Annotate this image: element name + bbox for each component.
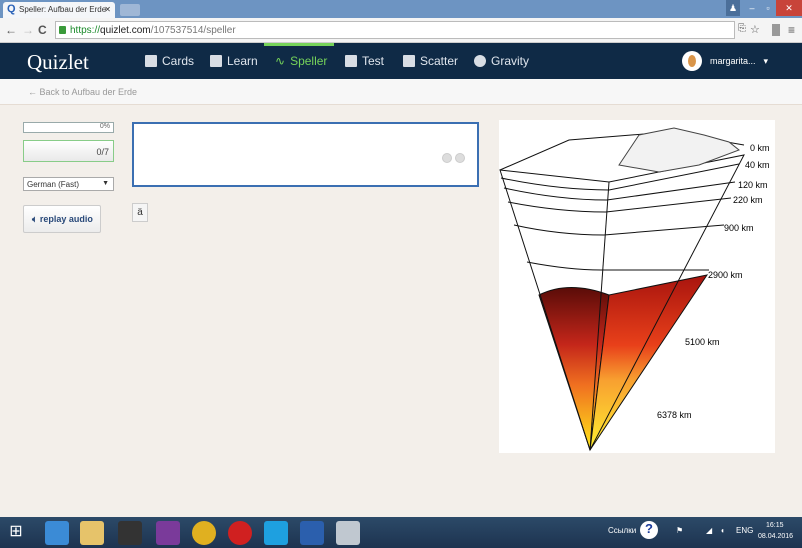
volume-icon[interactable]: ◖ xyxy=(720,526,725,535)
nav-learn[interactable]: Learn xyxy=(210,54,258,68)
url-path: /107537514/speller xyxy=(150,25,236,36)
ie-icon[interactable] xyxy=(45,521,69,545)
depth-label: 900 km xyxy=(724,223,754,233)
earth-cone-svg xyxy=(499,127,745,452)
url-scheme: https:// xyxy=(70,25,101,36)
clock-date[interactable]: 08.04.2016 xyxy=(758,533,793,540)
bookmark-star-icon[interactable]: ☆ xyxy=(750,23,760,36)
language-indicator[interactable]: ENG xyxy=(736,526,753,535)
nav-speller[interactable]: ∿ Speller xyxy=(275,54,327,68)
address-bar-row: ← → C https://quizlet.com/107537514/spel… xyxy=(0,18,802,43)
start-button[interactable]: ⊞ xyxy=(4,521,28,545)
close-tab-icon[interactable]: ✕ xyxy=(104,5,111,14)
maximize-button[interactable]: ▫ xyxy=(760,0,776,16)
reload-icon[interactable]: C xyxy=(38,23,47,37)
chevron-down-icon: ▼ xyxy=(102,180,109,187)
nav-test[interactable]: Test xyxy=(345,54,384,68)
pdf-icon[interactable] xyxy=(336,521,360,545)
user-icon[interactable]: ♟ xyxy=(726,0,740,16)
nav-label: Test xyxy=(362,54,385,68)
app-icon[interactable] xyxy=(156,521,180,545)
depth-label: 5100 km xyxy=(685,337,720,347)
voice-value: German (Fast) xyxy=(27,180,80,189)
nav-label: Cards xyxy=(162,54,195,68)
extension-icon[interactable] xyxy=(772,24,780,36)
accent-a-umlaut-button[interactable]: ä xyxy=(132,203,148,222)
quizlet-logo[interactable]: Quizlet xyxy=(27,50,89,75)
test-icon xyxy=(345,55,357,67)
forward-icon[interactable]: → xyxy=(22,23,34,37)
replay-audio-button[interactable]: 🔈︎ replay audio xyxy=(23,205,101,233)
gravity-icon xyxy=(474,55,486,67)
windows-taskbar: ⊞ Ссылки ? ⚑ ◢ ◖ ENG 16:15 08.04.2016 xyxy=(0,517,802,548)
depth-label: 0 km xyxy=(750,143,770,153)
menu-icon[interactable]: ≡ xyxy=(788,23,795,37)
browser-tab[interactable]: Q Speller: Aufbau der Erde ✕ xyxy=(3,2,115,18)
score-counter: 0/7 xyxy=(23,140,114,162)
avatar xyxy=(682,51,702,71)
back-icon[interactable]: ← xyxy=(5,23,17,37)
speller-icon: ∿ xyxy=(275,54,286,68)
depth-label: 220 km xyxy=(733,195,763,205)
word-icon[interactable] xyxy=(300,521,324,545)
subheader: ← Back to Aufbau der Erde xyxy=(0,79,802,105)
user-menu[interactable]: margarita... ▾ xyxy=(682,51,768,71)
speaker-icon: 🔈︎ xyxy=(32,214,40,224)
clock-time[interactable]: 16:15 xyxy=(766,522,784,529)
depth-label: 40 km xyxy=(745,160,770,170)
active-tab-indicator xyxy=(264,43,334,46)
flag-icon[interactable]: ⚑ xyxy=(676,526,683,535)
chevron-down-icon: ▾ xyxy=(763,55,769,66)
scatter-icon xyxy=(403,55,415,67)
url-host: quizlet.com xyxy=(100,25,151,36)
replay-label: replay audio xyxy=(39,214,93,224)
back-link[interactable]: ← Back to Aufbau der Erde xyxy=(28,87,137,97)
nav-label: Scatter xyxy=(420,54,459,68)
cards-icon xyxy=(145,55,157,67)
answer-input[interactable] xyxy=(132,122,479,187)
links-toolbar[interactable]: Ссылки xyxy=(608,526,636,535)
url-input[interactable]: https://quizlet.com/107537514/speller xyxy=(55,21,735,39)
input-status-dots xyxy=(442,153,465,163)
nav-scatter[interactable]: Scatter xyxy=(403,54,458,68)
dot-icon xyxy=(442,153,452,163)
translate-icon[interactable]: ⎘ xyxy=(738,23,746,34)
depth-label: 6378 km xyxy=(657,410,692,420)
minimize-button[interactable]: – xyxy=(744,0,760,16)
nav-label: Learn xyxy=(227,54,258,68)
nav-cards[interactable]: Cards xyxy=(145,54,194,68)
progress-bar: 0% xyxy=(23,122,114,133)
dot-icon xyxy=(455,153,465,163)
network-icon[interactable]: ◢ xyxy=(706,526,712,535)
opera-icon[interactable] xyxy=(228,521,252,545)
earth-layers-diagram: 0 km 40 km 120 km 220 km 900 km 2900 km … xyxy=(499,120,775,453)
new-tab-button[interactable] xyxy=(120,4,140,16)
depth-label: 120 km xyxy=(738,180,768,190)
learn-icon xyxy=(210,55,222,67)
skype-icon[interactable] xyxy=(264,521,288,545)
voice-select[interactable]: German (Fast) ▼ xyxy=(23,177,114,191)
nav-label: Gravity xyxy=(491,54,530,68)
quizlet-navbar: Quizlet Cards Learn ∿ Speller Test Scatte… xyxy=(0,43,802,79)
username: margarita... xyxy=(710,56,756,66)
close-window-button[interactable]: ✕ xyxy=(776,0,802,16)
browser-titlebar: Q Speller: Aufbau der Erde ✕ ♟ – ▫ ✕ xyxy=(0,0,802,18)
nav-label: Speller xyxy=(290,54,328,68)
nav-gravity[interactable]: Gravity xyxy=(474,54,529,68)
depth-label: 2900 km xyxy=(708,270,743,280)
chrome-icon[interactable] xyxy=(192,521,216,545)
quizlet-favicon-icon: Q xyxy=(7,3,16,15)
progress-percent: 0% xyxy=(99,123,110,130)
tab-title: Speller: Aufbau der Erde xyxy=(19,5,107,14)
media-icon[interactable] xyxy=(118,521,142,545)
explorer-icon[interactable] xyxy=(80,521,104,545)
help-icon[interactable]: ? xyxy=(640,521,658,539)
lock-icon xyxy=(59,26,66,34)
